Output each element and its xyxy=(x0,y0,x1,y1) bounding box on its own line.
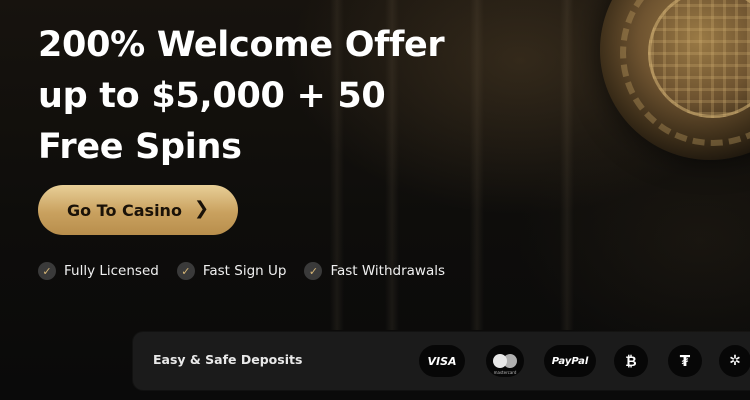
mastercard-circles xyxy=(493,352,517,370)
feature-item: ✓ Fully Licensed xyxy=(38,262,159,280)
check-icon: ✓ xyxy=(176,262,195,280)
feature-label: Fully Licensed xyxy=(64,263,159,279)
visa-icon: VISA xyxy=(419,345,465,377)
tether-symbol: ₮ xyxy=(679,352,691,370)
bitcoin-symbol: ₿ xyxy=(625,353,637,370)
deposits-label: Easy & Safe Deposits xyxy=(153,352,303,367)
check-icon: ✓ xyxy=(304,262,323,280)
cta-label: Go To Casino xyxy=(66,200,182,220)
go-to-casino-button[interactable]: Go To Casino ❯ xyxy=(38,185,238,235)
feature-list: ✓ Fully Licensed ✓ Fast Sign Up ✓ Fast W… xyxy=(38,262,445,280)
hero-headline: 200% Welcome Offer up to $5,000 + 50 Fre… xyxy=(38,20,445,173)
headline-line: up to $5,000 + 50 xyxy=(38,76,386,116)
chevron-right-icon: ❯ xyxy=(193,198,210,219)
deposits-panel: Easy & Safe Deposits VISA mastercard Pay… xyxy=(133,332,750,390)
feature-item: ✓ Fast Sign Up xyxy=(176,262,287,280)
mastercard-icon: mastercard xyxy=(486,345,524,377)
visa-text: VISA xyxy=(427,354,457,368)
headline-line: Free Spins xyxy=(38,127,242,167)
feature-label: Fast Sign Up xyxy=(202,263,287,279)
cardano-icon: ✲ xyxy=(719,345,750,377)
bitcoin-icon: ₿ xyxy=(614,345,648,377)
paypal-icon: PayPal xyxy=(544,345,596,377)
mastercard-text: mastercard xyxy=(493,370,517,375)
check-icon: ✓ xyxy=(38,262,56,280)
headline-line: 200% Welcome Offer xyxy=(38,25,445,65)
cardano-symbol: ✲ xyxy=(729,353,741,369)
tether-icon: ₮ xyxy=(668,345,702,377)
bamboo-decoration xyxy=(470,0,484,330)
bamboo-decoration xyxy=(560,0,574,330)
feature-item: ✓ Fast Withdrawals xyxy=(304,262,445,280)
paypal-text: PayPal xyxy=(551,355,589,367)
feature-label: Fast Withdrawals xyxy=(330,263,446,279)
casino-chip-decoration xyxy=(600,0,750,160)
